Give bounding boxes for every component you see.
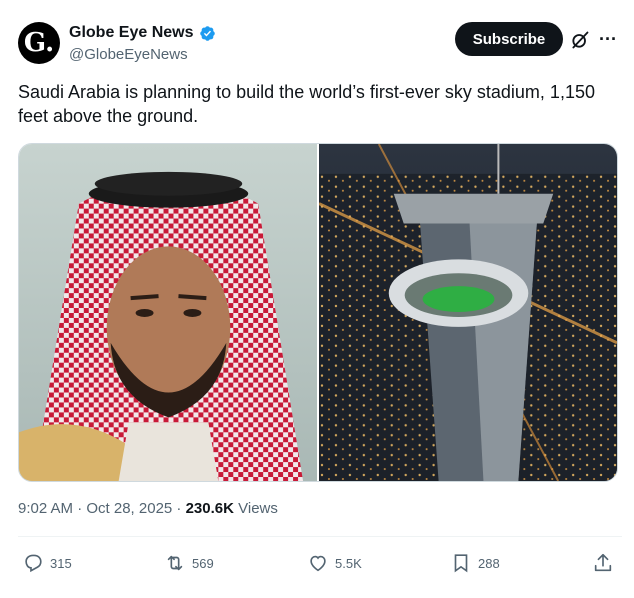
- reply-button[interactable]: 315: [22, 552, 72, 574]
- share-icon: [594, 553, 612, 572]
- repost-button[interactable]: 569: [164, 552, 214, 574]
- heart-icon: [310, 555, 326, 572]
- timestamp[interactable]: 9:02 AM · Oct 28, 2025 ·: [18, 500, 186, 517]
- divider: [18, 536, 622, 537]
- like-button[interactable]: 5.5K: [307, 552, 362, 574]
- more-icon[interactable]: ···: [599, 30, 617, 50]
- views-count: 230.6K: [185, 500, 234, 517]
- share-button[interactable]: [592, 552, 614, 574]
- avatar-letter: G.: [23, 28, 55, 58]
- verified-badge-icon: [199, 25, 215, 41]
- reply-count: 315: [50, 555, 72, 571]
- bookmark-icon: [454, 554, 468, 573]
- tweet-text: Saudi Arabia is planning to build the wo…: [18, 82, 595, 126]
- author-handle[interactable]: @GlobeEyeNews: [69, 46, 188, 63]
- subscribe-button[interactable]: Subscribe: [455, 22, 563, 56]
- views-label: Views: [233, 500, 278, 517]
- author-name-row[interactable]: Globe Eye News: [69, 24, 216, 42]
- repost-icon: [167, 555, 183, 571]
- tweet-post: G. Globe Eye News @GlobeEyeNews Subscrib…: [0, 0, 634, 598]
- reply-icon: [25, 554, 42, 573]
- grok-icon[interactable]: [570, 30, 590, 50]
- sky-stadium-photo[interactable]: [319, 144, 617, 481]
- repost-count: 569: [192, 555, 214, 571]
- portrait-photo[interactable]: [19, 144, 317, 481]
- like-count: 5.5K: [335, 555, 362, 571]
- bookmark-count: 288: [478, 555, 500, 571]
- display-name[interactable]: Globe Eye News: [69, 24, 194, 42]
- bookmark-button[interactable]: 288: [450, 552, 500, 574]
- media-grid: [18, 143, 618, 482]
- avatar[interactable]: G.: [18, 22, 60, 64]
- tweet-meta: 9:02 AM · Oct 28, 2025 · 230.6K Views: [18, 500, 278, 517]
